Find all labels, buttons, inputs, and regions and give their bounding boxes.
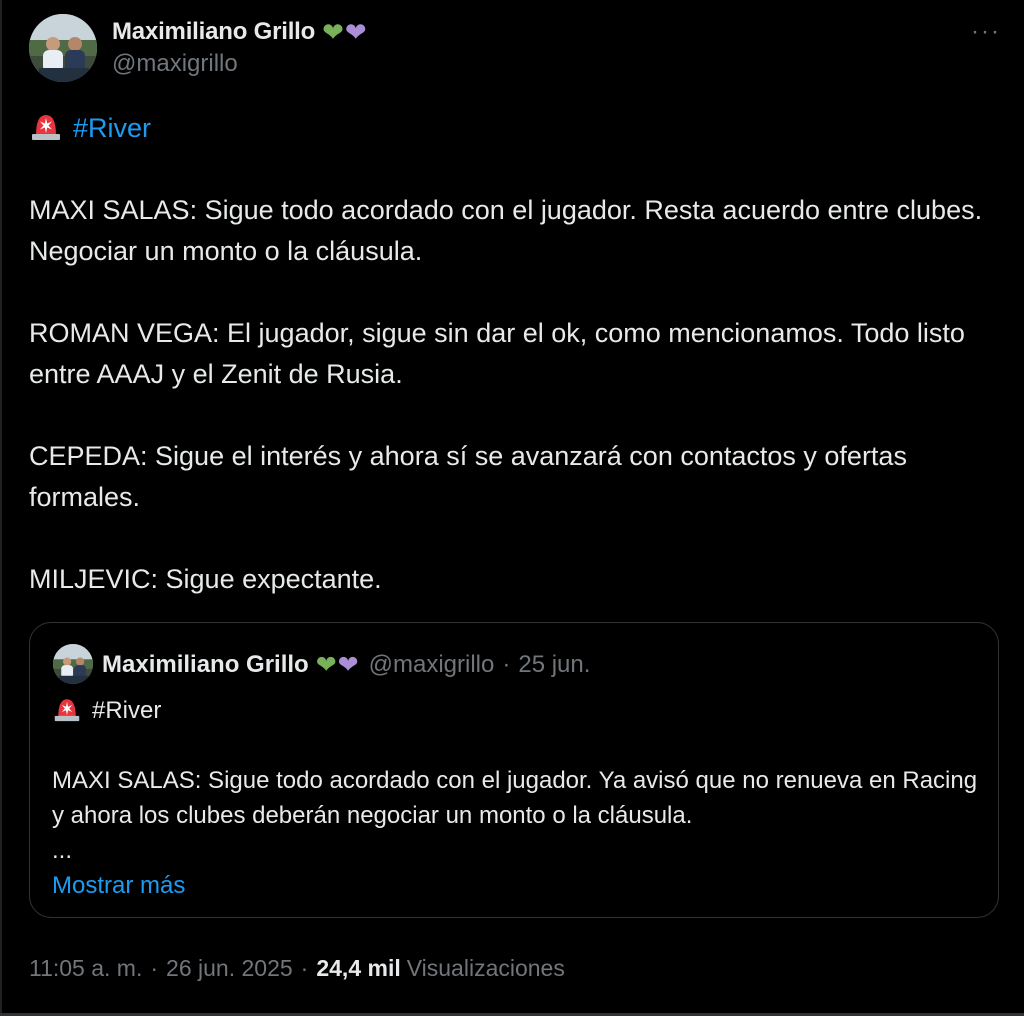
views-label: Visualizaciones [406, 954, 565, 981]
author-display-name[interactable]: Maximiliano Grillo [112, 18, 315, 46]
author-handle[interactable]: @maxigrillo [112, 50, 238, 78]
tweet-paragraph: MAXI SALAS: Sigue todo acordado con el j… [29, 195, 983, 266]
left-divider [0, 0, 2, 1016]
purple-heart-icon: ❤ [337, 650, 359, 679]
meta-separator: · [150, 954, 159, 981]
quoted-paragraph: MAXI SALAS: Sigue todo acordado con el j… [52, 767, 978, 829]
purple-heart-icon: ❤ [344, 17, 367, 47]
views-count: 24,4 mil [316, 954, 401, 981]
post-time[interactable]: 11:05 a. m. [29, 955, 142, 982]
quoted-date[interactable]: 25 jun. [518, 651, 590, 679]
tweet-paragraph: CEPEDA: Sigue el interés y ahora sí se a… [29, 441, 907, 512]
quoted-separator: · [502, 651, 511, 678]
more-options-button[interactable]: ··· [968, 18, 1004, 46]
tweet: Maximiliano Grillo ❤ ❤ @maxigrillo ··· #… [0, 0, 1024, 1016]
tweet-hashtag-line: #River [29, 108, 999, 149]
hashtag-link[interactable]: #River [73, 113, 151, 143]
siren-icon [32, 115, 60, 140]
tweet-text: #River MAXI SALAS: Sigue todo acordado c… [29, 108, 999, 600]
quoted-ellipsis: ... [52, 837, 73, 864]
quoted-header: Maximiliano Grillo ❤ ❤ @maxigrillo · 25 … [102, 645, 590, 685]
green-heart-icon: ❤ [315, 650, 337, 679]
meta-separator: · [300, 954, 309, 981]
show-more-link[interactable]: Mostrar más [52, 872, 185, 899]
quoted-hashtag-line: #River [52, 693, 982, 728]
more-options-icon: ··· [971, 18, 1001, 45]
quoted-hashtag: #River [92, 697, 162, 724]
avatar[interactable] [29, 14, 97, 82]
author-name-row[interactable]: Maximiliano Grillo ❤ ❤ [112, 14, 367, 50]
siren-icon [54, 699, 80, 722]
tweet-meta: 11:05 a. m. · 26 jun. 2025 · 24,4 mil Vi… [29, 950, 565, 986]
tweet-paragraph: ROMAN VEGA: El jugador, sigue sin dar el… [29, 318, 965, 389]
tweet-paragraph: MILJEVIC: Sigue expectante. [29, 564, 382, 594]
post-date[interactable]: 26 jun. 2025 [166, 955, 293, 982]
quoted-tweet-card[interactable]: Maximiliano Grillo ❤ ❤ @maxigrillo · 25 … [29, 622, 999, 918]
quoted-display-name[interactable]: Maximiliano Grillo [102, 651, 309, 679]
quoted-avatar[interactable] [53, 644, 93, 684]
quoted-text: #River MAXI SALAS: Sigue todo acordado c… [52, 693, 982, 903]
green-heart-icon: ❤ [322, 17, 344, 47]
quoted-handle[interactable]: @maxigrillo [369, 651, 495, 679]
